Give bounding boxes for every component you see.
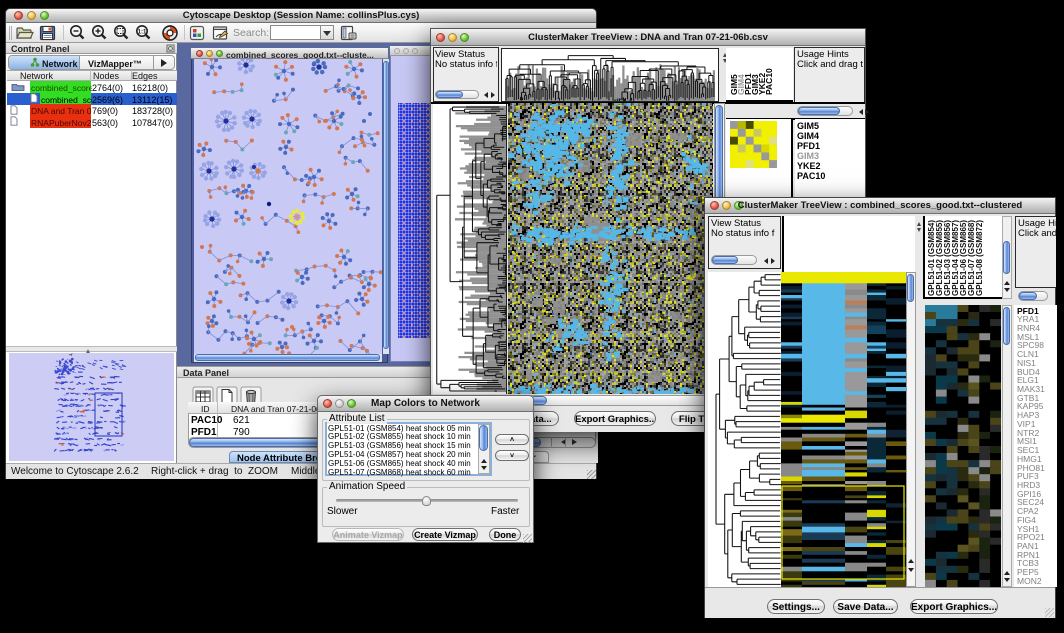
svg-text:1:1: 1:1 <box>138 30 147 36</box>
